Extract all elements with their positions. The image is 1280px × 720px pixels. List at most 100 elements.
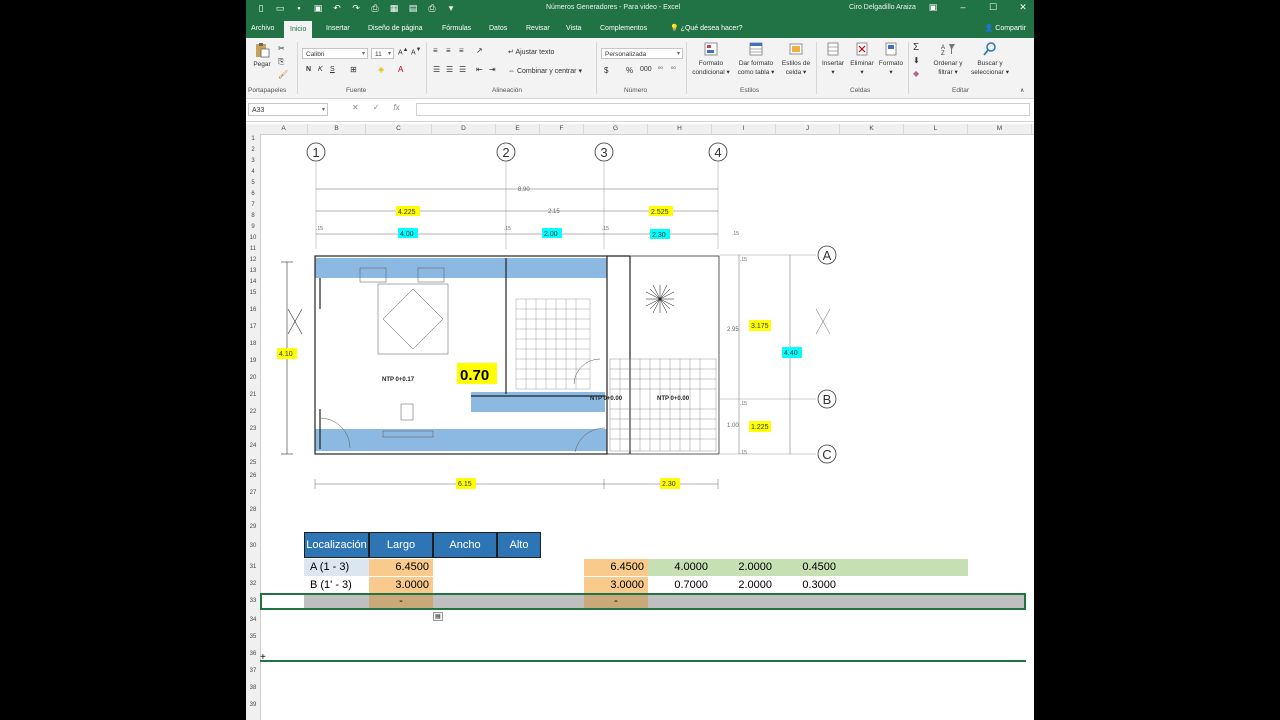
autosum-icon[interactable]: Σ <box>913 42 919 53</box>
clear-icon[interactable]: ◆ <box>913 69 919 78</box>
row-header[interactable]: 3 <box>246 158 260 164</box>
wrap-text-button[interactable]: ↵ Ajustar texto <box>508 48 554 56</box>
column-header[interactable]: A <box>260 124 308 134</box>
row-header[interactable]: 31 <box>246 564 260 570</box>
conditional-format-button[interactable]: Formato condicional ▾ <box>689 41 733 77</box>
find-select-button[interactable]: Buscar y seleccionar ▾ <box>968 41 1012 77</box>
new-file-icon[interactable]: ▯ <box>256 3 266 14</box>
column-header[interactable]: H <box>648 124 712 134</box>
row-header[interactable]: 30 <box>246 543 260 549</box>
tab-insertar[interactable]: Insertar <box>326 19 350 38</box>
row-header[interactable]: 2 <box>246 147 260 153</box>
column-header[interactable]: C <box>366 124 432 134</box>
orientation-icon[interactable]: ↗ <box>476 46 483 55</box>
row-header[interactable]: 12 <box>246 257 260 263</box>
row-header[interactable]: 33 <box>246 598 260 604</box>
row-header[interactable]: 37 <box>246 668 260 674</box>
collapse-ribbon-icon[interactable]: ∧ <box>1020 87 1024 94</box>
table-cell-i[interactable]: 2.0000 <box>712 577 776 594</box>
italic-icon[interactable]: K <box>318 66 323 73</box>
format-cells-button[interactable]: Formato ▾ <box>876 41 906 77</box>
delete-cells-button[interactable]: Eliminar ▾ <box>847 41 877 77</box>
row-header[interactable]: 15 <box>246 290 260 296</box>
folder-icon[interactable]: ▤ <box>408 3 418 14</box>
print-preview-icon[interactable]: ⎙ <box>370 3 380 14</box>
row-header[interactable]: 24 <box>246 443 260 449</box>
copy-icon[interactable]: ⎘ <box>278 57 284 67</box>
font-size-select[interactable]: 11 ▾ <box>371 48 394 59</box>
row-header[interactable]: 36 <box>246 651 260 657</box>
row-header[interactable]: 21 <box>246 392 260 398</box>
align-top-icon[interactable]: ≡ <box>433 46 438 55</box>
row-header[interactable]: 11 <box>246 246 260 252</box>
align-bottom-icon[interactable]: ≡ <box>459 46 464 55</box>
row-header[interactable]: 16 <box>246 307 260 313</box>
row-header[interactable]: 20 <box>246 375 260 381</box>
column-header[interactable]: D <box>432 124 496 134</box>
row-header[interactable]: 1 <box>246 136 260 142</box>
column-header[interactable]: G <box>584 124 648 134</box>
underline-icon[interactable]: S <box>330 66 335 73</box>
open-folder-icon[interactable]: ▭ <box>275 3 285 14</box>
insert-function-icon[interactable]: fx <box>393 103 399 112</box>
row-header[interactable]: 38 <box>246 685 260 691</box>
increase-decimal-icon[interactable]: ⁰⁰ <box>658 66 663 73</box>
save-icon[interactable]: ▪ <box>294 3 304 14</box>
shrink-font-icon[interactable]: A▼ <box>411 47 421 56</box>
tab-revisar[interactable]: Revisar <box>526 19 550 38</box>
bold-icon[interactable]: N <box>306 66 311 73</box>
table-cell-j[interactable]: 0.4500 <box>776 559 840 576</box>
align-left-icon[interactable]: ☰ <box>433 65 440 74</box>
table-cell-largo[interactable]: 3.0000 <box>369 577 433 594</box>
row-header[interactable]: 32 <box>246 581 260 587</box>
column-header[interactable]: L <box>904 124 968 134</box>
tab-formulas[interactable]: Fórmulas <box>442 19 471 38</box>
cell-styles-button[interactable]: Estilos de celda ▾ <box>778 41 814 77</box>
table-cell-h[interactable]: 0.7000 <box>648 577 712 594</box>
insert-cells-button[interactable]: Insertar ▾ <box>818 41 848 77</box>
row-header[interactable]: 5 <box>246 180 260 186</box>
tab-complementos[interactable]: Complementos <box>600 19 647 38</box>
row-header[interactable]: 34 <box>246 617 260 623</box>
decrease-indent-icon[interactable]: ⇤ <box>476 65 483 74</box>
cancel-icon[interactable]: ✕ <box>352 103 359 112</box>
header-localizacion[interactable]: Localización <box>304 532 369 558</box>
format-painter-icon[interactable]: 🖌 <box>278 70 288 79</box>
row-header[interactable]: 28 <box>246 507 260 513</box>
sort-filter-button[interactable]: AZ Ordenar y filtrar ▾ <box>930 41 966 77</box>
row-header[interactable]: 14 <box>246 279 260 285</box>
formula-input[interactable] <box>416 103 1030 116</box>
floor-plan-image[interactable]: 1 2 3 4 A B C 8.90 4.225 2.15 2.525 4.00… <box>260 134 850 494</box>
currency-icon[interactable]: $ <box>604 66 608 75</box>
comma-style-icon[interactable]: 000 <box>640 66 652 73</box>
grow-font-icon[interactable]: A▲ <box>398 47 408 56</box>
row-header[interactable]: 19 <box>246 358 260 364</box>
enter-icon[interactable]: ✓ <box>373 103 380 112</box>
number-format-select[interactable]: Personalizada ▾ <box>601 48 683 59</box>
table-cell-loc[interactable]: B (1' - 3) <box>304 577 369 594</box>
table-cell-g[interactable]: 6.4500 <box>584 559 648 576</box>
tab-archivo[interactable]: Archivo <box>251 19 274 38</box>
print-icon[interactable]: ⎙ <box>427 3 437 14</box>
undo-icon[interactable]: ↶ <box>332 3 342 14</box>
row-header[interactable]: 9 <box>246 224 260 230</box>
row-header[interactable]: 4 <box>246 169 260 175</box>
header-ancho[interactable]: Ancho <box>433 532 497 558</box>
row-header[interactable]: 27 <box>246 490 260 496</box>
customize-qat-icon[interactable]: ▾ <box>446 3 456 14</box>
share-button[interactable]: 👤 Compartir <box>985 19 1026 38</box>
maximize-icon[interactable]: ☐ <box>988 2 998 13</box>
ribbon-display-icon[interactable]: ▣ <box>928 2 938 13</box>
paste-button[interactable]: Pegar <box>250 42 274 69</box>
tell-me-box[interactable]: 💡 ¿Qué desea hacer? <box>670 19 743 38</box>
align-middle-icon[interactable]: ≡ <box>446 46 451 55</box>
borders-icon[interactable]: ⊞ <box>350 65 357 74</box>
table-cell-h[interactable]: 4.0000 <box>648 559 712 576</box>
row-header[interactable]: 29 <box>246 524 260 530</box>
fill-color-icon[interactable]: ◈ <box>378 65 384 74</box>
font-name-select[interactable]: Calibri ▾ <box>302 48 368 59</box>
paste-options-icon[interactable]: ▤ <box>433 612 443 621</box>
name-box[interactable]: A33 ▾ <box>248 103 328 116</box>
header-alto[interactable]: Alto <box>497 532 541 558</box>
header-largo[interactable]: Largo <box>369 532 433 558</box>
